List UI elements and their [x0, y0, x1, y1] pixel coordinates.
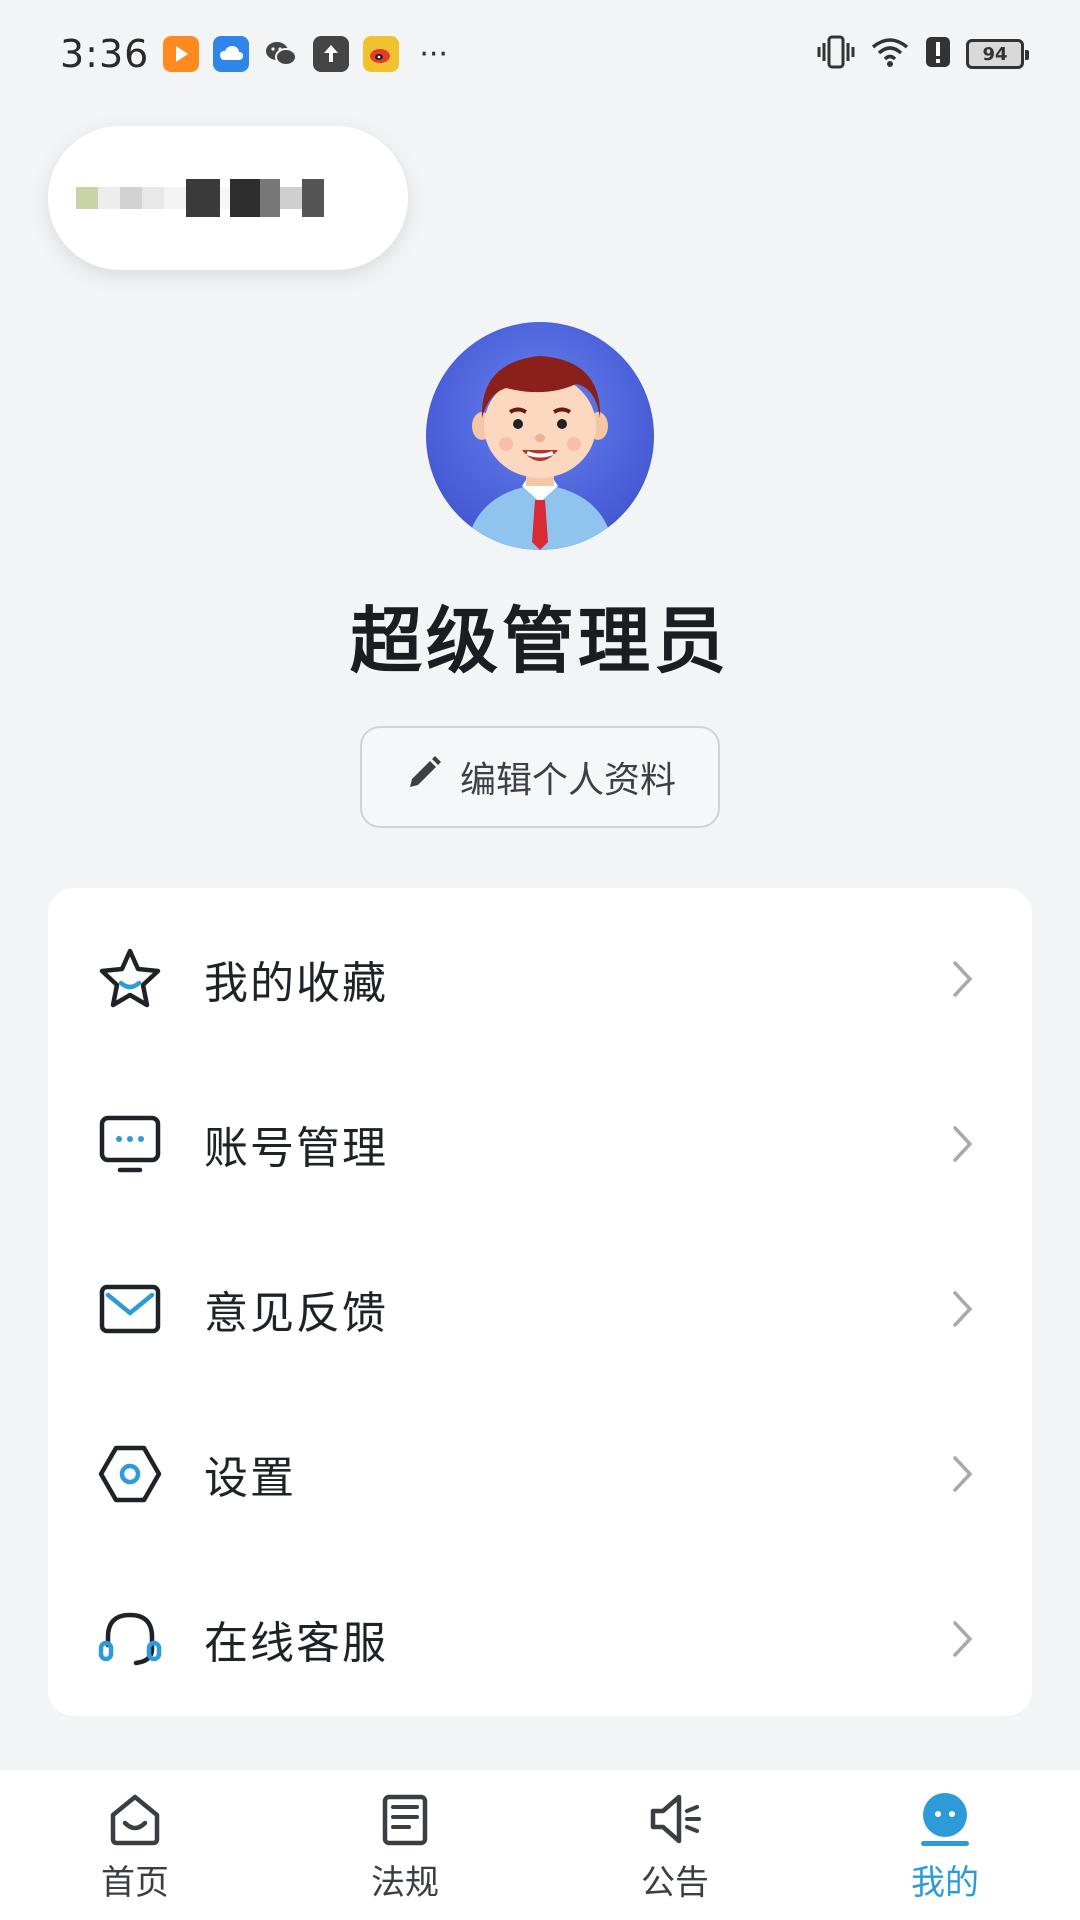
chevron-right-icon	[953, 1290, 973, 1327]
video-app-icon	[163, 36, 200, 72]
wechat-icon	[263, 36, 299, 72]
chevron-right-icon	[953, 960, 973, 997]
menu-item-settings[interactable]: 设置	[48, 1391, 1032, 1556]
monitor-chat-icon	[96, 1110, 164, 1178]
menu-item-favorites[interactable]: 我的收藏	[48, 896, 1032, 1061]
nav-label: 我的	[911, 1862, 979, 1903]
nav-label: 首页	[101, 1862, 169, 1903]
edit-profile-label: 编辑个人资料	[459, 760, 676, 801]
hexagon-gear-icon	[96, 1440, 164, 1508]
nav-item-regulations[interactable]: 法规	[270, 1770, 540, 1920]
weibo-icon	[363, 36, 400, 72]
status-time: 3:36	[60, 32, 150, 76]
menu-item-label: 设置	[204, 1452, 296, 1504]
menu-item-label: 账号管理	[204, 1122, 388, 1174]
battery-level: 94	[982, 43, 1008, 65]
user-name: 超级管理员	[349, 599, 730, 683]
nav-item-announcements[interactable]: 公告	[540, 1770, 810, 1920]
nav-label: 公告	[641, 1862, 709, 1903]
nav-label: 法规	[371, 1862, 439, 1903]
speaker-icon	[643, 1787, 707, 1851]
cloud-icon	[213, 36, 250, 72]
menu-item-label: 在线客服	[204, 1617, 388, 1669]
profile-screen: 3:36 ··· 94 超级管理员 编辑个人资料 我的收藏 账号管理 意见反馈 …	[0, 0, 1080, 1920]
mail-icon	[96, 1275, 164, 1343]
chevron-right-icon	[953, 1125, 973, 1162]
edit-profile-button[interactable]: 编辑个人资料	[360, 726, 720, 828]
nav-item-mine[interactable]: 我的	[810, 1770, 1080, 1920]
upload-icon	[313, 36, 350, 72]
pencil-icon	[404, 753, 444, 802]
menu-item-account[interactable]: 账号管理	[48, 1061, 1032, 1226]
home-icon	[103, 1787, 167, 1851]
battery-icon: 94	[966, 39, 1029, 69]
star-icon	[96, 945, 164, 1013]
headset-icon	[96, 1605, 164, 1673]
wifi-icon	[870, 35, 910, 73]
status-bar: 3:36 ··· 94	[0, 0, 1080, 108]
menu-item-label: 我的收藏	[204, 957, 388, 1009]
mini-program-capsule[interactable]	[48, 126, 408, 270]
profile-bubble-icon	[913, 1787, 977, 1851]
alert-icon	[924, 34, 952, 74]
menu-item-label: 意见反馈	[204, 1287, 388, 1339]
document-icon	[373, 1787, 437, 1851]
nav-item-home[interactable]: 首页	[0, 1770, 270, 1920]
more-notifications: ···	[419, 36, 448, 72]
bottom-nav: 首页 法规 公告 我的	[0, 1770, 1080, 1920]
menu-card: 我的收藏 账号管理 意见反馈 设置 在线客服	[48, 888, 1032, 1716]
chevron-right-icon	[953, 1455, 973, 1492]
avatar[interactable]	[426, 322, 654, 550]
vibrate-icon	[816, 34, 856, 74]
menu-item-customer-service[interactable]: 在线客服	[48, 1556, 1032, 1721]
chevron-right-icon	[953, 1620, 973, 1657]
menu-item-feedback[interactable]: 意见反馈	[48, 1226, 1032, 1391]
